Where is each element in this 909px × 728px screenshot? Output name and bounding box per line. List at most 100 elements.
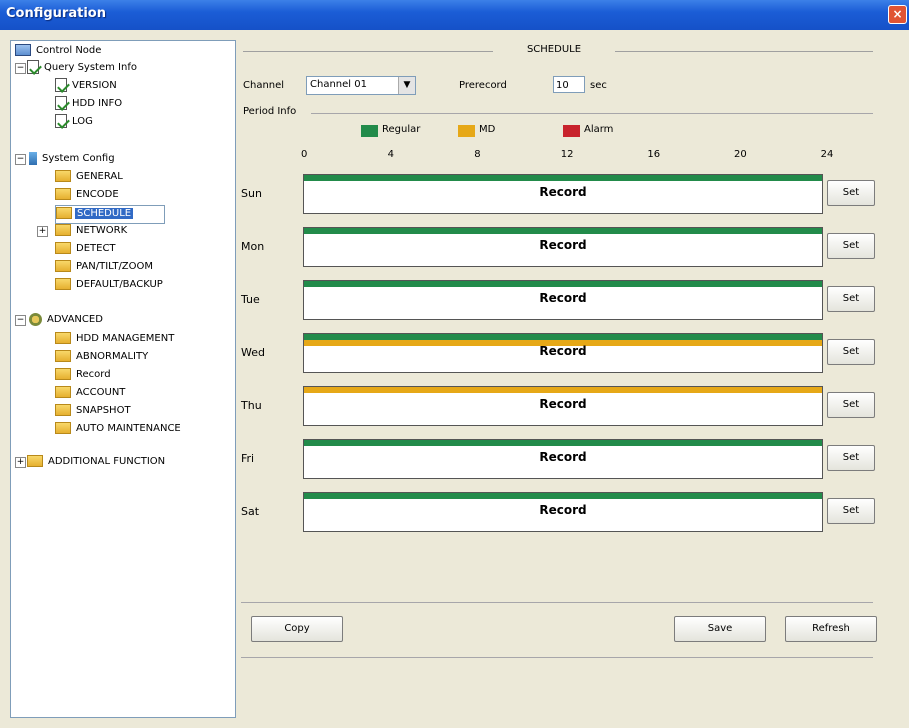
- tree-item-hdd-info[interactable]: HDD INFO: [55, 96, 124, 112]
- copy-button[interactable]: Copy: [251, 616, 343, 642]
- folder-icon: [55, 260, 71, 272]
- hour-tick-label: 4: [387, 149, 394, 160]
- collapse-icon[interactable]: −: [15, 315, 26, 326]
- tree-item-control-node[interactable]: Control Node: [15, 43, 103, 59]
- computer-icon: [15, 44, 31, 56]
- tree-item-snapshot[interactable]: SNAPSHOT: [55, 403, 133, 419]
- channel-label: Channel: [243, 80, 285, 91]
- schedule-track[interactable]: Record: [303, 333, 823, 373]
- tree-item-detect[interactable]: DETECT: [55, 241, 118, 257]
- prerecord-input[interactable]: 10: [553, 76, 585, 93]
- folder-icon: [55, 332, 71, 344]
- folder-icon: [55, 188, 71, 200]
- folder-icon: [55, 422, 71, 434]
- collapse-icon[interactable]: −: [15, 63, 26, 74]
- config-tree: Control Node − Query System Info VERSION…: [10, 40, 236, 718]
- tree-item-abnormality[interactable]: ABNORMALITY: [55, 349, 150, 365]
- record-label: Record: [539, 503, 587, 517]
- folder-icon: [27, 455, 43, 467]
- refresh-button[interactable]: Refresh: [785, 616, 877, 642]
- folder-icon: [55, 404, 71, 416]
- record-label: Record: [539, 291, 587, 305]
- tree-item-record[interactable]: Record: [55, 367, 113, 383]
- window-title: Configuration: [6, 6, 106, 21]
- system-icon: [29, 151, 37, 165]
- record-label: Record: [539, 344, 587, 358]
- set-button[interactable]: Set: [827, 180, 875, 206]
- legend-swatch: [361, 125, 378, 137]
- section-header: SCHEDULE: [241, 44, 897, 58]
- regular-record-bar: [304, 175, 822, 181]
- legend-swatch: [563, 125, 580, 137]
- schedule-panel: SCHEDULE Channel Channel 01 ▼ Prerecord …: [241, 40, 897, 716]
- tree-item-additional-function[interactable]: ADDITIONAL FUNCTION: [27, 454, 167, 470]
- tree-item-general[interactable]: GENERAL: [55, 169, 125, 185]
- prerecord-unit: sec: [590, 80, 607, 91]
- md-record-bar: [304, 387, 822, 393]
- divider: [243, 51, 493, 52]
- doc-check-icon: [55, 114, 67, 128]
- tree-item-auto-maintenance[interactable]: AUTO MAINTENANCE: [55, 421, 183, 437]
- save-button[interactable]: Save: [674, 616, 766, 642]
- day-label: Thu: [241, 399, 262, 412]
- channel-value: Channel 01: [310, 79, 367, 90]
- schedule-track[interactable]: Record: [303, 174, 823, 214]
- tree-item-pan-tilt-zoom[interactable]: PAN/TILT/ZOOM: [55, 259, 155, 275]
- day-label: Tue: [241, 293, 260, 306]
- set-button[interactable]: Set: [827, 445, 875, 471]
- tree-item-query-system-info[interactable]: Query System Info: [27, 60, 139, 76]
- tree-item-advanced[interactable]: ADVANCED: [29, 312, 105, 328]
- gear-icon: [29, 312, 42, 326]
- channel-select[interactable]: Channel 01 ▼: [306, 76, 416, 95]
- tree-item-hdd-management[interactable]: HDD MANAGEMENT: [55, 331, 176, 347]
- folder-icon: [56, 207, 72, 219]
- folder-icon: [55, 386, 71, 398]
- divider: [615, 51, 873, 52]
- tree-item-encode[interactable]: ENCODE: [55, 187, 121, 203]
- folder-icon: [55, 224, 71, 236]
- legend-label: Regular: [382, 124, 421, 135]
- hour-tick-label: 16: [647, 149, 661, 160]
- set-button[interactable]: Set: [827, 392, 875, 418]
- hour-tick-label: 24: [820, 149, 834, 160]
- divider: [311, 113, 873, 114]
- set-button[interactable]: Set: [827, 498, 875, 524]
- day-label: Mon: [241, 240, 265, 253]
- regular-record-bar: [304, 493, 822, 499]
- tree-item-system-config[interactable]: System Config: [29, 151, 117, 167]
- set-button[interactable]: Set: [827, 233, 875, 259]
- schedule-track[interactable]: Record: [303, 227, 823, 267]
- chevron-down-icon[interactable]: ▼: [398, 77, 415, 94]
- collapse-icon[interactable]: −: [15, 154, 26, 165]
- folder-icon: [55, 170, 71, 182]
- tree-item-schedule[interactable]: SCHEDULE: [55, 205, 165, 224]
- doc-check-icon: [55, 78, 67, 92]
- day-label: Sun: [241, 187, 262, 200]
- folder-icon: [55, 242, 71, 254]
- tree-item-version[interactable]: VERSION: [55, 78, 119, 94]
- prerecord-label: Prerecord: [459, 80, 507, 91]
- record-label: Record: [539, 397, 587, 411]
- hour-tick-label: 20: [734, 149, 747, 160]
- hour-tick-label: 0: [301, 149, 308, 160]
- tree-item-default-backup[interactable]: DEFAULT/BACKUP: [55, 277, 165, 293]
- expand-icon[interactable]: +: [37, 226, 48, 237]
- tree-item-log[interactable]: LOG: [55, 114, 95, 130]
- set-button[interactable]: Set: [827, 286, 875, 312]
- schedule-track[interactable]: Record: [303, 386, 823, 426]
- period-label: Period Info: [243, 106, 297, 117]
- day-label: Wed: [241, 346, 265, 359]
- schedule-track[interactable]: Record: [303, 280, 823, 320]
- tree-item-account[interactable]: ACCOUNT: [55, 385, 127, 401]
- schedule-track[interactable]: Record: [303, 492, 823, 532]
- close-icon[interactable]: ×: [888, 5, 907, 24]
- legend-swatch: [458, 125, 475, 137]
- set-button[interactable]: Set: [827, 339, 875, 365]
- schedule-track[interactable]: Record: [303, 439, 823, 479]
- regular-record-bar: [304, 228, 822, 234]
- title-bar: Configuration ×: [0, 0, 909, 30]
- legend-label: MD: [479, 124, 496, 135]
- day-label: Sat: [241, 505, 260, 518]
- tree-item-network[interactable]: NETWORK: [55, 223, 129, 239]
- expand-icon[interactable]: +: [15, 457, 26, 468]
